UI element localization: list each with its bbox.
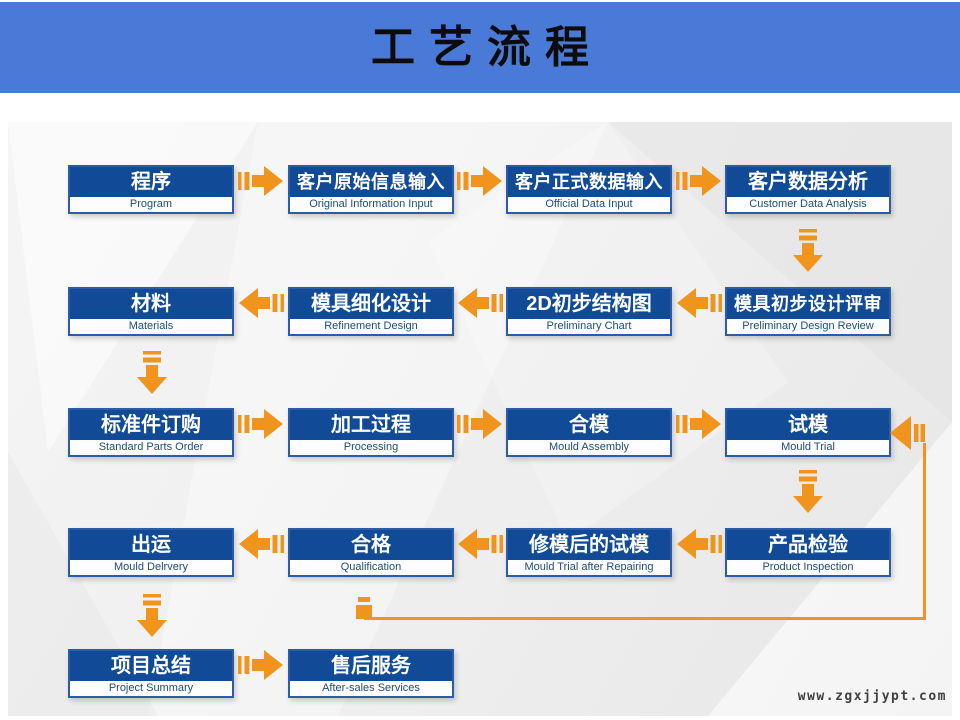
flow-node-qualification: 合格 Qualification bbox=[288, 528, 454, 577]
left-arrow-icon bbox=[676, 285, 722, 321]
node-title-en: Mould Trial after Repairing bbox=[508, 560, 670, 575]
node-title-en: Qualification bbox=[290, 560, 452, 575]
slide-title: 工艺流程 bbox=[0, 2, 960, 93]
node-title-zh: 客户正式数据输入 bbox=[508, 167, 670, 197]
down-arrow-icon bbox=[134, 351, 170, 395]
flow-node-refinement-design: 模具细化设计 Refinement Design bbox=[288, 287, 454, 336]
right-arrow-icon bbox=[238, 647, 284, 683]
node-title-zh: 出运 bbox=[70, 530, 232, 560]
node-title-en: Mould Trial bbox=[727, 440, 889, 455]
watermark: www.zgxjjypt.com bbox=[798, 689, 947, 704]
node-title-zh: 修模后的试模 bbox=[508, 530, 670, 560]
slide-header: 工艺流程 bbox=[0, 2, 960, 93]
node-title-en: Mould Delrvery bbox=[70, 560, 232, 575]
flow-node-after-sales-services: 售后服务 After-sales Services bbox=[288, 649, 454, 698]
node-title-en: Standard Parts Order bbox=[70, 440, 232, 455]
node-title-zh: 模具细化设计 bbox=[290, 289, 452, 319]
node-title-zh: 试模 bbox=[727, 410, 889, 440]
flow-node-standard-parts-order: 标准件订购 Standard Parts Order bbox=[68, 408, 234, 457]
node-title-en: Customer Data Analysis bbox=[727, 197, 889, 212]
flow-node-mould-delivery: 出运 Mould Delrvery bbox=[68, 528, 234, 577]
node-title-zh: 项目总结 bbox=[70, 651, 232, 681]
flow-node-product-inspection: 产品检验 Product Inspection bbox=[725, 528, 891, 577]
node-title-zh: 2D初步结构图 bbox=[508, 289, 670, 319]
node-title-zh: 售后服务 bbox=[290, 651, 452, 681]
flow-node-program: 程序 Program bbox=[68, 165, 234, 214]
flow-node-official-data-input: 客户正式数据输入 Official Data Input bbox=[506, 165, 672, 214]
flow-node-customer-data-analysis: 客户数据分析 Customer Data Analysis bbox=[725, 165, 891, 214]
flow-node-preliminary-chart: 2D初步结构图 Preliminary Chart bbox=[506, 287, 672, 336]
node-title-en: Project Summary bbox=[70, 681, 232, 696]
node-title-zh: 加工过程 bbox=[290, 410, 452, 440]
right-arrow-icon bbox=[676, 163, 722, 199]
node-title-en: Preliminary Chart bbox=[508, 319, 670, 334]
right-arrow-icon bbox=[457, 406, 503, 442]
node-title-zh: 模具初步设计评审 bbox=[727, 289, 889, 319]
flow-node-project-summary: 项目总结 Project Summary bbox=[68, 649, 234, 698]
flow-node-processing: 加工过程 Processing bbox=[288, 408, 454, 457]
node-title-zh: 合模 bbox=[508, 410, 670, 440]
node-title-en: Program bbox=[70, 197, 232, 212]
right-arrow-icon bbox=[676, 406, 722, 442]
node-title-zh: 客户原始信息输入 bbox=[290, 167, 452, 197]
node-title-en: Original Information Input bbox=[290, 197, 452, 212]
down-arrow-icon bbox=[790, 470, 826, 514]
left-arrow-icon bbox=[457, 285, 503, 321]
node-title-zh: 材料 bbox=[70, 289, 232, 319]
down-arrow-icon bbox=[790, 229, 826, 273]
node-title-en: Refinement Design bbox=[290, 319, 452, 334]
flow-node-original-information-input: 客户原始信息输入 Original Information Input bbox=[288, 165, 454, 214]
right-arrow-icon bbox=[238, 406, 284, 442]
node-title-zh: 客户数据分析 bbox=[727, 167, 889, 197]
node-title-zh: 程序 bbox=[70, 167, 232, 197]
flow-node-mould-assembly: 合模 Mould Assembly bbox=[506, 408, 672, 457]
left-arrow-icon bbox=[676, 526, 722, 562]
node-title-en: Mould Assembly bbox=[508, 440, 670, 455]
flow-node-mould-trial-after-repairing: 修模后的试模 Mould Trial after Repairing bbox=[506, 528, 672, 577]
right-arrow-icon bbox=[238, 163, 284, 199]
node-title-en: After-sales Services bbox=[290, 681, 452, 696]
left-arrow-icon bbox=[457, 526, 503, 562]
node-title-en: Processing bbox=[290, 440, 452, 455]
node-title-zh: 产品检验 bbox=[727, 530, 889, 560]
flow-node-preliminary-design-review: 模具初步设计评审 Preliminary Design Review bbox=[725, 287, 891, 336]
flow-node-materials: 材料 Materials bbox=[68, 287, 234, 336]
left-arrow-icon bbox=[238, 285, 284, 321]
loop-connector-vertical-line bbox=[923, 443, 926, 620]
left-arrow-icon bbox=[238, 526, 284, 562]
flow-node-mould-trial: 试模 Mould Trial bbox=[725, 408, 891, 457]
node-title-en: Preliminary Design Review bbox=[727, 319, 889, 334]
node-title-zh: 合格 bbox=[290, 530, 452, 560]
right-arrow-icon bbox=[457, 163, 503, 199]
node-title-en: Materials bbox=[70, 319, 232, 334]
node-title-en: Official Data Input bbox=[508, 197, 670, 212]
loop-connector-left-arrow-icon bbox=[889, 414, 927, 452]
loop-connector-start-bar bbox=[358, 597, 370, 602]
node-title-zh: 标准件订购 bbox=[70, 410, 232, 440]
loop-connector-horizontal-line bbox=[364, 617, 926, 620]
down-arrow-icon bbox=[134, 594, 170, 638]
slide: 工艺流程 程序 Program 客户原始信息输入 Original Inform… bbox=[0, 0, 960, 720]
node-title-en: Product Inspection bbox=[727, 560, 889, 575]
